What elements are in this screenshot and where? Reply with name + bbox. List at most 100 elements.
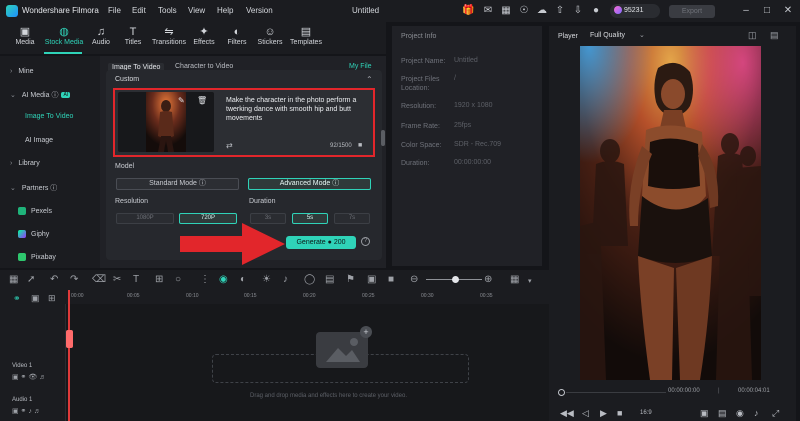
menu-tools[interactable]: Tools <box>158 6 177 15</box>
upload-icon[interactable]: ⇧ <box>554 5 566 17</box>
delete-icon[interactable]: ⌫ <box>92 274 106 285</box>
edit-image-icon[interactable]: ✎ <box>178 96 185 105</box>
nav-pixabay[interactable]: Pixabay <box>18 253 56 261</box>
duration-5s-button[interactable]: 5s <box>292 213 328 224</box>
render-icon[interactable]: ◐ <box>240 274 246 285</box>
resolution-1080p-button[interactable]: 1080P <box>116 213 174 224</box>
audio-track-controls[interactable]: ▣ ⚭ ♪ ♬ <box>12 407 41 415</box>
layout-icon[interactable]: ▦ <box>9 274 18 285</box>
timeline-grid-icon[interactable]: ▦ <box>510 274 519 285</box>
tab-filters[interactable]: ◐ Filters <box>224 22 250 54</box>
expand-icon[interactable]: ⤢ <box>772 408 779 419</box>
playhead-handle[interactable] <box>66 330 73 348</box>
tab-media[interactable]: ▣ Media <box>10 22 40 54</box>
aspect-ratio-dropdown[interactable]: 16:9 <box>640 410 652 416</box>
nav-ai-media[interactable]: ⌄ AI Media ⓘ AI <box>10 90 71 100</box>
progress-handle[interactable] <box>558 389 565 396</box>
export-button[interactable]: Export <box>669 5 715 18</box>
nav-image-to-video[interactable]: Image To Video <box>25 113 73 120</box>
notification-icon[interactable]: ● <box>590 5 602 17</box>
tab-stickers[interactable]: ☺ Stickers <box>254 22 286 54</box>
headphones-icon[interactable]: ☉ <box>518 5 530 17</box>
track-settings-icon[interactable]: ▣ <box>31 293 40 304</box>
zoom-out-icon[interactable]: ⊖ <box>410 274 418 285</box>
snapshot-icon[interactable]: ▤ <box>770 30 779 41</box>
nav-pexels[interactable]: Pexels <box>18 207 52 215</box>
text-tool-icon[interactable]: T <box>133 274 139 285</box>
my-file-link[interactable]: My File <box>349 63 372 70</box>
undo-icon[interactable]: ↶ <box>50 274 58 285</box>
progress-track[interactable] <box>566 392 666 393</box>
split-icon[interactable]: ✂ <box>113 274 121 285</box>
advanced-mode-button[interactable]: Advanced Mode ⓘ <box>248 178 371 190</box>
play-icon[interactable]: ▶ <box>600 408 607 419</box>
minimize-icon[interactable]: – <box>740 5 752 17</box>
tab-titles[interactable]: T Titles <box>120 22 146 54</box>
zoom-slider-handle[interactable] <box>452 276 459 283</box>
fullscreen-preview-icon[interactable]: ▣ <box>700 408 709 419</box>
apps-grid-icon[interactable]: ▦ <box>500 5 512 17</box>
sun-icon[interactable]: ☀ <box>262 274 271 285</box>
panel-scrollbar[interactable] <box>381 130 385 146</box>
menu-edit[interactable]: Edit <box>132 6 146 15</box>
nav-ai-image[interactable]: AI Image <box>25 137 53 144</box>
snapshot-timeline-icon[interactable]: ▣ <box>367 274 376 285</box>
display-settings-icon[interactable]: ▤ <box>718 408 727 419</box>
subtab-character-to-video[interactable]: Character to Video <box>175 63 233 70</box>
link-icon[interactable]: ⚭ <box>13 293 21 304</box>
mic-icon[interactable]: ♪ <box>283 274 288 285</box>
video-track-controls[interactable]: ▣ ⚭ 👁 ♬ <box>12 373 46 381</box>
crop-icon[interactable]: ⊞ <box>155 274 163 285</box>
help-icon[interactable]: ? <box>361 237 370 246</box>
tab-templates[interactable]: ▤ Templates <box>288 22 324 54</box>
step-back-icon[interactable]: ◁ <box>582 408 589 419</box>
shield-icon[interactable]: ◯ <box>304 274 315 285</box>
standard-mode-button[interactable]: Standard Mode ⓘ <box>116 178 239 190</box>
video-preview[interactable] <box>580 46 761 380</box>
previous-frame-icon[interactable]: ◀◀ <box>560 408 574 419</box>
nav-mine[interactable]: › Mine <box>10 68 34 75</box>
quality-dropdown[interactable]: Full Quality ⌄ <box>590 30 656 42</box>
tab-effects[interactable]: ✦ Effects <box>190 22 218 54</box>
clear-prompt-icon[interactable]: ■ <box>358 142 362 149</box>
tab-stock-media[interactable]: ◍ Stock Media <box>42 22 86 54</box>
nav-partners[interactable]: ⌄ Partners ⓘ <box>10 183 57 193</box>
menu-file[interactable]: File <box>108 6 121 15</box>
compare-view-icon[interactable]: ◫ <box>748 30 757 41</box>
gift-icon[interactable]: 🎁 <box>462 5 474 17</box>
feedback-icon[interactable]: ✉ <box>482 5 494 17</box>
credits-badge[interactable]: 95231 <box>610 4 660 18</box>
stop-icon[interactable]: ■ <box>617 408 622 418</box>
generate-button[interactable]: Generate ● 200 <box>286 236 356 249</box>
menu-version[interactable]: Version <box>246 6 273 15</box>
menu-view[interactable]: View <box>188 6 205 15</box>
timeline-playhead[interactable] <box>68 290 70 421</box>
shuffle-icon[interactable]: ⇄ <box>226 141 233 150</box>
color-icon[interactable]: ○ <box>175 274 181 285</box>
tab-transitions[interactable]: ⇋ Transitions <box>150 22 188 54</box>
delete-image-icon[interactable]: 🗑 <box>197 96 207 105</box>
select-tool-icon[interactable]: ➚ <box>27 274 35 285</box>
subtitle-icon[interactable]: ▤ <box>325 274 334 285</box>
chevron-down-icon[interactable]: ▾ <box>528 277 532 285</box>
prompt-textarea[interactable]: Make the character in the photo perform … <box>226 96 369 123</box>
tab-audio[interactable]: ♫ Audio <box>88 22 114 54</box>
mask-icon[interactable]: ■ <box>388 274 394 285</box>
ai-tool-icon[interactable]: ◉ <box>219 274 228 285</box>
camera-icon[interactable]: ◉ <box>736 408 744 419</box>
zoom-in-icon[interactable]: ⊕ <box>484 274 492 285</box>
more-options-icon[interactable]: ⋮ <box>200 274 210 285</box>
redo-icon[interactable]: ↷ <box>70 274 78 285</box>
nav-library[interactable]: › Library <box>10 160 40 167</box>
nav-giphy[interactable]: Giphy <box>18 230 49 238</box>
duration-7s-button[interactable]: 7s <box>334 213 370 224</box>
chevron-up-icon[interactable]: ⌃ <box>366 75 373 84</box>
add-media-icon[interactable]: + <box>360 326 372 338</box>
volume-icon[interactable]: ♪ <box>754 408 759 418</box>
download-icon[interactable]: ⇩ <box>572 5 584 17</box>
maximize-icon[interactable]: □ <box>761 5 773 17</box>
menu-help[interactable]: Help <box>217 6 233 15</box>
cloud-icon[interactable]: ☁ <box>536 5 548 17</box>
close-icon[interactable]: ✕ <box>782 5 794 17</box>
add-track-icon[interactable]: ⊞ <box>48 293 56 304</box>
